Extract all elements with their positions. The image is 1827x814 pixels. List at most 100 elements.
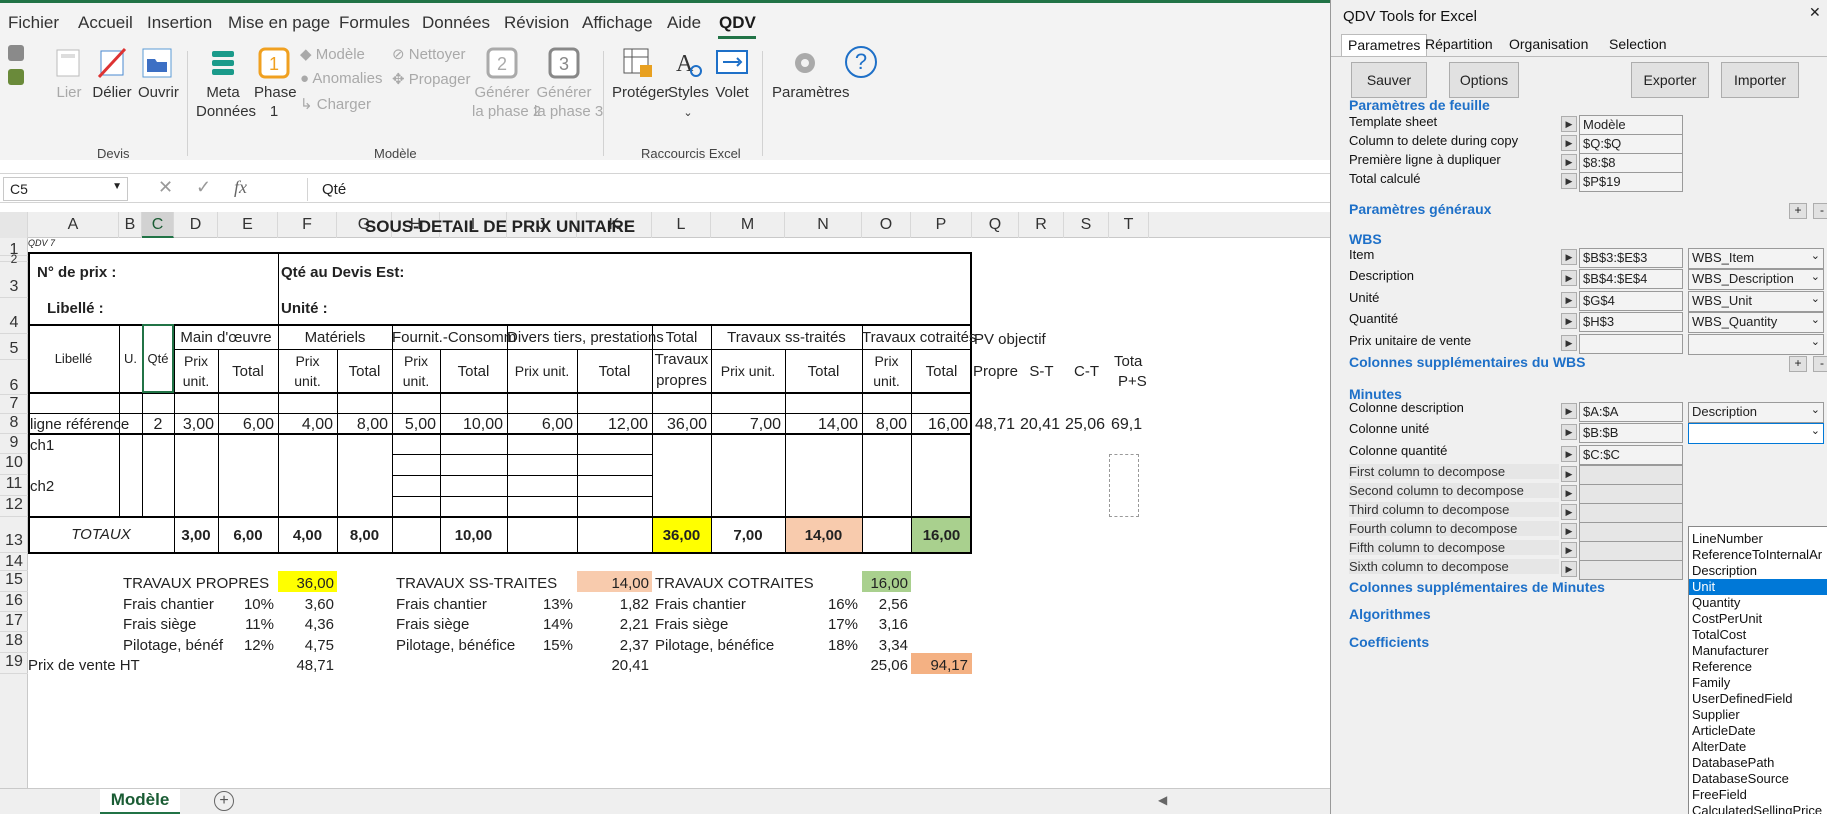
cell-i8[interactable]: 10,00 bbox=[440, 416, 503, 434]
value[interactable]: 25,06 bbox=[862, 657, 908, 674]
menu-mise-en-page[interactable]: Mise en page bbox=[228, 13, 330, 33]
field-dec6[interactable] bbox=[1579, 560, 1683, 580]
dropdown-description[interactable]: WBS_Description ⌄ bbox=[1688, 269, 1824, 290]
value[interactable]: 3,34 bbox=[862, 637, 908, 654]
field-coldel[interactable]: $Q:$Q bbox=[1579, 134, 1683, 154]
pct[interactable]: 14% bbox=[507, 616, 573, 633]
dropdown-unite[interactable]: WBS_Unit ⌄ bbox=[1688, 291, 1824, 312]
arrow-button[interactable]: ▶ bbox=[1561, 542, 1577, 558]
dropdown-option[interactable]: FreeField bbox=[1689, 787, 1827, 803]
name-box[interactable]: C5 ▼ bbox=[3, 177, 128, 201]
pct[interactable]: 10% bbox=[218, 596, 274, 613]
cell-o8[interactable]: 8,00 bbox=[862, 416, 907, 434]
cell-g13[interactable]: 8,00 bbox=[337, 527, 392, 544]
dropdown-option[interactable]: Reference bbox=[1689, 659, 1827, 675]
delier-button[interactable]: Délier bbox=[92, 47, 132, 102]
value[interactable]: 2,37 bbox=[577, 637, 649, 654]
row-header[interactable]: 6 bbox=[0, 360, 28, 395]
cell-p8[interactable]: 16,00 bbox=[911, 416, 968, 434]
modele-button[interactable]: ◆ Modèle bbox=[300, 45, 365, 63]
cell-d8[interactable]: 3,00 bbox=[174, 416, 214, 434]
dropdown-option[interactable]: Family bbox=[1689, 675, 1827, 691]
column-header[interactable]: P bbox=[911, 212, 972, 238]
value[interactable]: 2,56 bbox=[862, 596, 908, 613]
arrow-button[interactable]: ▶ bbox=[1561, 270, 1577, 286]
field-premiere[interactable]: $8:$8 bbox=[1579, 153, 1683, 173]
field-dec4[interactable] bbox=[1579, 522, 1683, 542]
row-header[interactable]: 9 bbox=[0, 434, 28, 454]
arrow-button[interactable]: ▶ bbox=[1561, 154, 1577, 170]
dropdown-list[interactable]: LineNumber ReferenceToInternalAr Descrip… bbox=[1688, 526, 1827, 814]
column-header[interactable]: T bbox=[1109, 212, 1149, 238]
menu-affichage[interactable]: Affichage bbox=[582, 13, 653, 33]
field-template[interactable]: Modèle bbox=[1579, 115, 1683, 135]
nettoyer-button[interactable]: ⊘ Nettoyer bbox=[392, 45, 465, 63]
dropdown-option[interactable]: CalculatedSellingPrice bbox=[1689, 803, 1827, 814]
section-col-supp-minutes[interactable]: Colonnes supplémentaires de Minutes bbox=[1349, 579, 1605, 595]
menu-revision[interactable]: Révision bbox=[504, 13, 569, 33]
travaux-sst-value[interactable]: 14,00 bbox=[577, 575, 649, 592]
pct[interactable]: 18% bbox=[785, 637, 858, 654]
value[interactable]: 3,16 bbox=[862, 616, 908, 633]
arrow-button[interactable]: ▶ bbox=[1561, 116, 1577, 132]
cell-g8[interactable]: 8,00 bbox=[337, 416, 388, 434]
menu-aide[interactable]: Aide bbox=[667, 13, 701, 33]
cell-c8[interactable]: 2 bbox=[142, 416, 174, 434]
remove-button[interactable]: - bbox=[1813, 356, 1827, 372]
column-header[interactable]: Q bbox=[972, 212, 1019, 238]
column-header[interactable]: M bbox=[711, 212, 785, 238]
section-col-supp-wbs[interactable]: Colonnes supplémentaires du WBS bbox=[1349, 354, 1585, 370]
dropdown-coldesc[interactable]: Description ⌄ bbox=[1688, 402, 1824, 423]
arrow-button[interactable]: ▶ bbox=[1561, 135, 1577, 151]
cell-f8[interactable]: 4,00 bbox=[278, 416, 333, 434]
ouvrir-button[interactable]: Ouvrir bbox=[138, 47, 179, 102]
menu-accueil[interactable]: Accueil bbox=[78, 13, 133, 33]
options-button[interactable]: Options bbox=[1449, 62, 1519, 98]
arrow-button[interactable]: ▶ bbox=[1561, 292, 1577, 308]
column-header[interactable]: D bbox=[174, 212, 218, 238]
field-dec2[interactable] bbox=[1579, 484, 1683, 504]
remove-button[interactable]: - bbox=[1813, 203, 1827, 219]
lier-button[interactable]: Lier bbox=[52, 47, 86, 102]
section-parametres-feuille[interactable]: Paramètres de feuille bbox=[1349, 97, 1490, 113]
cell-a9[interactable]: ch1 bbox=[30, 437, 54, 454]
field-colqte[interactable]: $C:$C bbox=[1579, 445, 1683, 465]
row-header[interactable]: 12 bbox=[0, 496, 28, 517]
row-header[interactable]: 10 bbox=[0, 454, 28, 475]
row-header[interactable]: 17 bbox=[0, 612, 28, 632]
cell-n8[interactable]: 14,00 bbox=[785, 416, 858, 434]
tab-selection[interactable]: Selection bbox=[1603, 34, 1673, 56]
dropdown-option[interactable]: ArticleDate bbox=[1689, 723, 1827, 739]
arrow-button[interactable]: ▶ bbox=[1561, 249, 1577, 265]
row-header[interactable]: 13 bbox=[0, 517, 28, 553]
arrow-button[interactable]: ▶ bbox=[1561, 466, 1577, 482]
charger-button[interactable]: ↳ Charger bbox=[300, 95, 371, 113]
arrow-button[interactable]: ▶ bbox=[1561, 403, 1577, 419]
menu-formules[interactable]: Formules bbox=[339, 13, 410, 33]
section-wbs[interactable]: WBS bbox=[1349, 231, 1382, 247]
column-header[interactable]: C bbox=[142, 212, 174, 238]
value[interactable]: 2,21 bbox=[577, 616, 649, 633]
row-header[interactable]: 4 bbox=[0, 298, 28, 334]
dropdown-option[interactable]: AlterDate bbox=[1689, 739, 1827, 755]
field-unite[interactable]: $G$4 bbox=[1579, 291, 1683, 311]
cell-i13[interactable]: 10,00 bbox=[440, 527, 507, 544]
styles-button[interactable]: A Styles ⌄ bbox=[668, 47, 709, 123]
value[interactable]: 1,82 bbox=[577, 596, 649, 613]
proteger-button[interactable]: Protéger bbox=[612, 47, 670, 102]
help-icon[interactable]: ? bbox=[845, 46, 877, 78]
pct[interactable]: 17% bbox=[785, 616, 858, 633]
value[interactable]: 20,41 bbox=[577, 657, 649, 674]
cell-j8[interactable]: 6,00 bbox=[507, 416, 573, 434]
cell-q8[interactable]: 48,71 bbox=[972, 416, 1015, 434]
cell-m13[interactable]: 7,00 bbox=[711, 527, 785, 544]
row-header[interactable]: 16 bbox=[0, 592, 28, 612]
pct[interactable]: 13% bbox=[507, 596, 573, 613]
column-header[interactable]: S bbox=[1064, 212, 1109, 238]
cell-t8[interactable]: 69,1 bbox=[1111, 416, 1142, 434]
dropdown-option[interactable]: LineNumber bbox=[1689, 531, 1827, 547]
dropdown-option[interactable]: Quantity bbox=[1689, 595, 1827, 611]
arrow-button[interactable]: ▶ bbox=[1561, 523, 1577, 539]
exporter-button[interactable]: Exporter bbox=[1631, 62, 1709, 98]
generer-phase3-button[interactable]: 3 Générer la phase 3 bbox=[534, 47, 603, 121]
